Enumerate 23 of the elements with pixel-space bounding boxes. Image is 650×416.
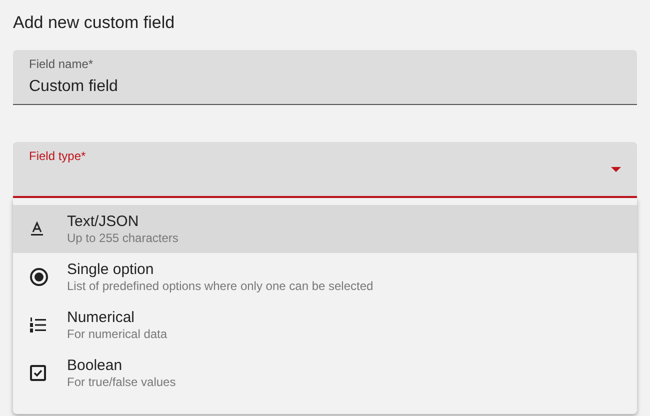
option-label: Boolean [67,356,124,374]
field-value: Custom field [29,76,119,96]
field-label: Field type* [29,148,86,164]
option-label: Numerical [67,308,136,326]
option-description: Up to 255 characters [67,230,178,244]
option-description: For numerical data [67,326,168,340]
menu-option[interactable]: Single option List of predefined options where only one can be selected [13,252,637,300]
text-format-icon [29,220,45,236]
field-label: Field name* [29,56,94,70]
field-name-input[interactable]: Field name* Custom field [13,50,637,104]
option-description: List of predefined options where only one can be selected [67,278,374,292]
dialog-title: Add new custom field [13,12,176,34]
menu-option[interactable]: Text/JSON Up to 255 characters [13,204,637,252]
option-label: Single option [67,260,155,278]
dropdown-caret-icon [611,166,621,172]
radio-button-icon [29,266,49,286]
checkbox-icon [29,364,47,382]
menu-option[interactable]: Boolean For true/false values [13,348,637,396]
menu-option[interactable]: Numerical For numerical data [13,300,637,348]
option-label: Text/JSON [67,212,140,230]
option-description: For true/false values [67,374,176,388]
numbered-list-icon [29,316,47,334]
field-type-select[interactable]: Field type* [13,142,637,198]
